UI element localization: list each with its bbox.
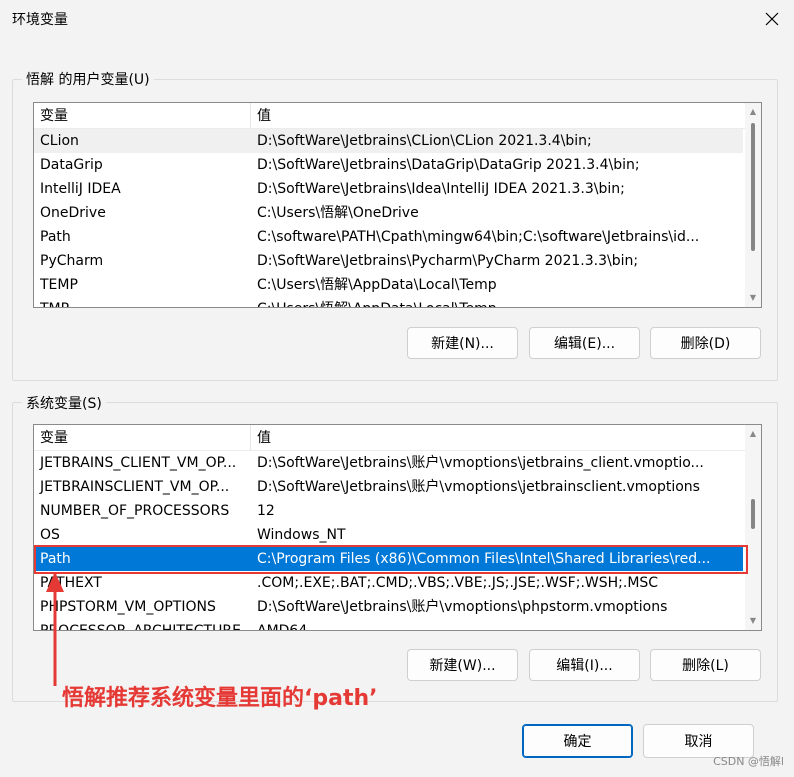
column-header-name[interactable]: 变量: [34, 103, 251, 128]
variable-name-cell: IntelliJ IDEA: [40, 181, 121, 197]
user-delete-button[interactable]: 删除(D): [650, 327, 761, 359]
annotation-text: 悟解推荐系统变量里面的‘path’: [62, 686, 378, 711]
table-row[interactable]: TEMP C:\Users\悟解\AppData\Local\Temp: [34, 273, 743, 297]
table-row[interactable]: OS Windows_NT: [34, 523, 743, 547]
window-title: 环境变量: [12, 12, 68, 28]
system-vars-header: 变量 值: [34, 425, 761, 451]
title-bar: 环境变量: [0, 0, 794, 38]
scroll-down-icon[interactable]: ▼: [748, 616, 758, 626]
variable-name-cell: DataGrip: [40, 157, 103, 173]
variable-name-cell: PyCharm: [40, 253, 104, 269]
variable-value-cell: D:\SoftWare\Jetbrains\Idea\IntelliJ IDEA…: [257, 181, 625, 197]
user-vars-header: 变量 值: [34, 103, 761, 129]
variable-value-cell: D:\SoftWare\Jetbrains\账户\vmoptions\jetbr…: [257, 455, 704, 471]
watermark: CSDN @悟解l: [713, 755, 784, 768]
scroll-up-icon[interactable]: ▲: [748, 429, 758, 439]
table-row[interactable]: DataGrip D:\SoftWare\Jetbrains\DataGrip\D…: [34, 153, 743, 177]
variable-name-cell: TMP: [34, 297, 251, 307]
variable-name-cell: TEMP: [40, 277, 78, 293]
variable-value-cell: C:\software\PATH\Cpath\mingw64\bin;C:\so…: [257, 229, 700, 245]
variable-name-cell: PHPSTORM_VM_OPTIONS: [40, 599, 216, 615]
system-vars-list[interactable]: 变量 值 JETBRAINS_CLIENT_VM_OP... D:\SoftWar…: [33, 424, 762, 631]
annotation-arrow-icon: [46, 572, 64, 686]
scroll-thumb[interactable]: [751, 499, 755, 529]
variable-value-cell: .COM;.EXE;.BAT;.CMD;.VBS;.VBE;.JS;.JSE;.…: [257, 575, 659, 591]
system-edit-button[interactable]: 编辑(I)...: [529, 649, 640, 681]
table-row[interactable]: PROCESSOR_ARCHITECTURE AMD64: [34, 619, 743, 631]
variable-value-cell: D:\SoftWare\Jetbrains\账户\vmoptions\jetbr…: [257, 479, 700, 495]
variable-value-cell: C:\Users\悟解\AppData\Local\Temp: [251, 297, 743, 307]
variable-name-cell: PATHEXT: [40, 575, 102, 591]
variable-value-cell: D:\SoftWare\Jetbrains\Pycharm\PyCharm 20…: [257, 253, 639, 269]
variable-name-cell: OneDrive: [40, 205, 106, 221]
user-edit-button[interactable]: 编辑(E)...: [529, 327, 640, 359]
variable-name-cell: PROCESSOR_ARCHITECTURE: [40, 623, 241, 631]
scroll-down-icon[interactable]: ▼: [748, 293, 758, 303]
table-row[interactable]: JETBRAINSCLIENT_VM_OP... D:\SoftWare\Jetb…: [34, 475, 743, 499]
user-vars-list[interactable]: 变量 值 CLion D:\SoftWare\Jetbrains\CLion\CL…: [33, 102, 762, 308]
variable-value-cell: D:\SoftWare\Jetbrains\CLion\CLion 2021.3…: [257, 133, 592, 149]
variable-value-cell: D:\SoftWare\Jetbrains\DataGrip\DataGrip …: [257, 157, 640, 173]
scroll-up-icon[interactable]: ▲: [748, 107, 758, 117]
system-vars-rows: JETBRAINS_CLIENT_VM_OP... D:\SoftWare\Jet…: [34, 451, 743, 631]
variable-value-cell: AMD64: [257, 623, 308, 631]
table-row[interactable]: Path C:\software\PATH\Cpath\mingw64\bin;C…: [34, 225, 743, 249]
user-vars-label: 悟解 的用户变量(U): [22, 69, 154, 89]
variable-name-cell: OS: [40, 527, 60, 543]
close-button[interactable]: [752, 4, 792, 34]
column-header-value[interactable]: 值: [251, 103, 271, 128]
system-vars-label: 系统变量(S): [22, 393, 106, 413]
table-row[interactable]: PHPSTORM_VM_OPTIONS D:\SoftWare\Jetbrains…: [34, 595, 743, 619]
variable-name-cell: CLion: [40, 133, 79, 149]
table-row[interactable]: TMPC:\Users\悟解\AppData\Local\Temp: [34, 297, 743, 307]
variable-name-cell: JETBRAINSCLIENT_VM_OP...: [40, 479, 230, 495]
close-icon: [765, 12, 779, 26]
table-row[interactable]: NUMBER_OF_PROCESSORS 12: [34, 499, 743, 523]
variable-value-cell: Windows_NT: [257, 527, 346, 543]
variable-value-cell: C:\Program Files (x86)\Common Files\Inte…: [257, 551, 711, 567]
table-row[interactable]: Path C:\Program Files (x86)\Common Files\…: [34, 547, 743, 571]
scroll-thumb[interactable]: [751, 123, 755, 251]
table-row[interactable]: IntelliJ IDEA D:\SoftWare\Jetbrains\Idea\…: [34, 177, 743, 201]
system-new-button[interactable]: 新建(W)...: [407, 649, 518, 681]
user-new-button[interactable]: 新建(N)...: [407, 327, 518, 359]
table-row[interactable]: PATHEXT .COM;.EXE;.BAT;.CMD;.VBS;.VBE;.JS…: [34, 571, 743, 595]
table-row[interactable]: PyCharm D:\SoftWare\Jetbrains\Pycharm\PyC…: [34, 249, 743, 273]
column-header-value[interactable]: 值: [251, 425, 271, 450]
user-vars-rows: CLion D:\SoftWare\Jetbrains\CLion\CLion 2…: [34, 129, 743, 307]
variable-value-cell: C:\Users\悟解\AppData\Local\Temp: [257, 277, 497, 293]
variable-name-cell: Path: [40, 551, 71, 567]
table-row[interactable]: OneDrive C:\Users\悟解\OneDrive: [34, 201, 743, 225]
table-row[interactable]: CLion D:\SoftWare\Jetbrains\CLion\CLion 2…: [34, 129, 743, 153]
ok-button[interactable]: 确定: [522, 724, 633, 758]
variable-name-cell: JETBRAINS_CLIENT_VM_OP...: [40, 455, 237, 471]
variable-value-cell: 12: [257, 503, 275, 519]
user-vars-scrollbar[interactable]: ▲ ▼: [745, 103, 761, 307]
variable-name-cell: NUMBER_OF_PROCESSORS: [40, 503, 230, 519]
system-vars-scrollbar[interactable]: ▲ ▼: [745, 425, 761, 630]
column-header-name[interactable]: 变量: [34, 425, 251, 450]
variable-value-cell: C:\Users\悟解\OneDrive: [257, 205, 419, 221]
variable-name-cell: Path: [40, 229, 71, 245]
variable-value-cell: D:\SoftWare\Jetbrains\账户\vmoptions\phpst…: [257, 599, 668, 615]
system-delete-button[interactable]: 删除(L): [650, 649, 761, 681]
table-row[interactable]: JETBRAINS_CLIENT_VM_OP... D:\SoftWare\Jet…: [34, 451, 743, 475]
